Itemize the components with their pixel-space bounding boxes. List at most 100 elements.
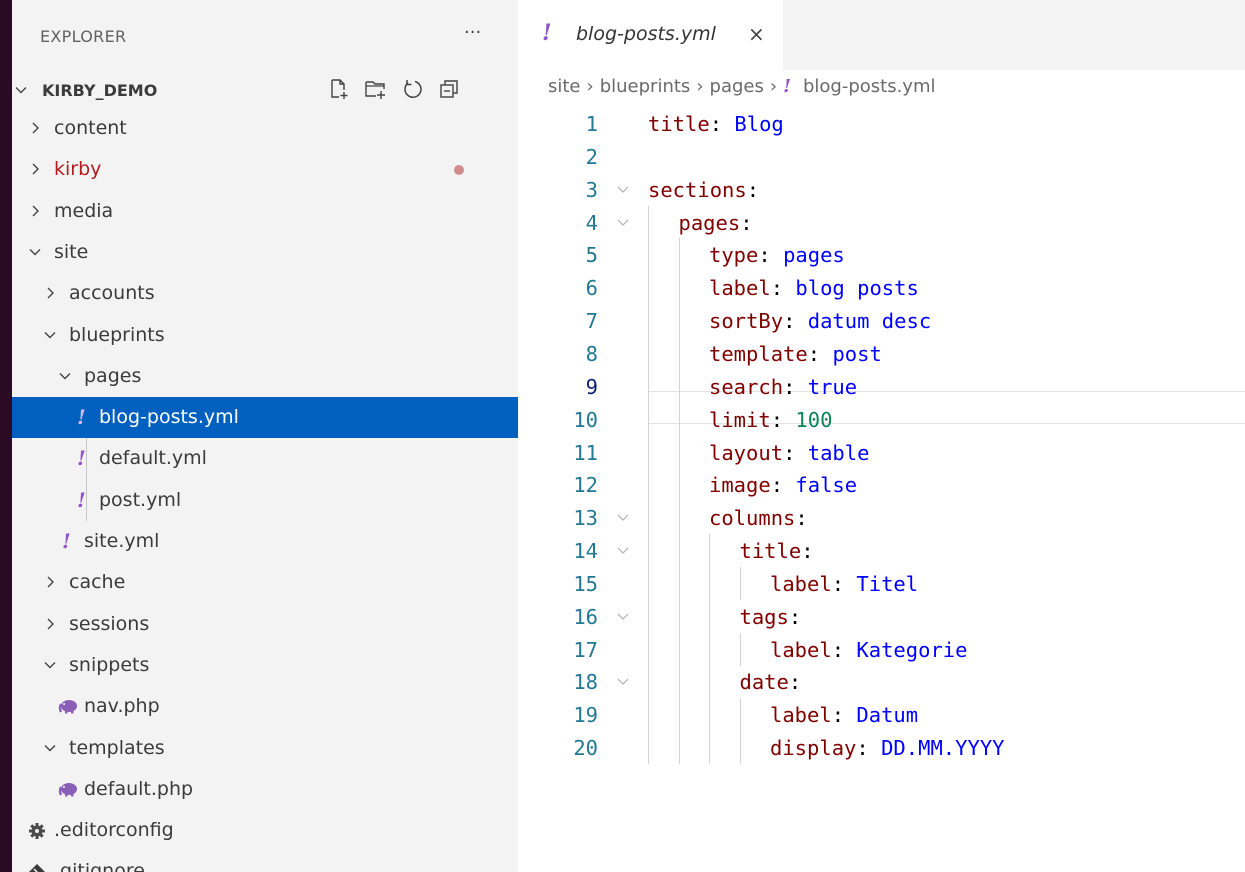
code-line[interactable]: 18 date: — [518, 665, 1245, 699]
yaml-file-icon: ! — [62, 529, 71, 553]
yaml-key: search — [709, 374, 784, 399]
code-line[interactable]: 8 template: post — [518, 336, 1245, 371]
tree-item-label: sessions — [69, 612, 150, 635]
tab-blog-posts-yml[interactable]: ! blog-posts.yml × — [518, 0, 783, 70]
tree-file-gitignore[interactable]: .gitignore — [12, 851, 518, 872]
code-line[interactable]: 15 label: Titel — [518, 566, 1245, 601]
more-actions-button[interactable]: ··· — [464, 22, 481, 43]
code-line[interactable]: 2 — [518, 140, 1245, 174]
refresh-icon[interactable] — [402, 78, 424, 100]
yaml-key: label — [770, 571, 832, 596]
code-text: display: DD.MM.YYYY — [770, 731, 1005, 765]
indent-guide — [648, 402, 649, 436]
code-line[interactable]: 6 label: blog posts — [518, 271, 1245, 305]
code-line[interactable]: 20 display: DD.MM.YYYY — [518, 731, 1245, 765]
explorer-title: EXPLORER — [40, 27, 127, 46]
code-text: columns: — [709, 501, 808, 535]
tree-folder-accounts[interactable]: accounts — [12, 273, 518, 314]
yaml-separator: : — [783, 309, 808, 334]
line-number: 14 — [573, 539, 598, 564]
tree-item-label: nav.php — [84, 695, 160, 718]
code-text: sortBy: datum desc — [709, 304, 931, 338]
fold-chevron-icon[interactable] — [616, 534, 630, 568]
breadcrumb: site › blueprints › pages ›! blog-posts.yml — [548, 76, 942, 97]
breadcrumb-blueprints[interactable]: blueprints — [600, 76, 691, 97]
yaml-key: tags — [739, 604, 789, 629]
yaml-key: type — [709, 243, 759, 268]
tree-folder-blueprints[interactable]: blueprints — [12, 315, 518, 356]
indent-guide — [648, 435, 649, 469]
fold-chevron-icon[interactable] — [616, 665, 630, 699]
fold-chevron-icon[interactable] — [616, 501, 630, 535]
breadcrumb-file[interactable]: blog-posts.yml — [803, 76, 936, 97]
indent-guide — [739, 566, 741, 600]
code-line[interactable]: 9 search: true — [518, 369, 1245, 404]
tree-file-default-yml[interactable]: ! default.yml — [12, 438, 518, 479]
code-line[interactable]: 17 label: Kategorie — [518, 632, 1245, 667]
code-line[interactable]: 3 sections: — [518, 173, 1245, 207]
new-file-icon[interactable] — [328, 78, 350, 100]
code-line[interactable]: 1 title: Blog — [518, 107, 1245, 141]
tree-file-site-yml[interactable]: ! site.yml — [12, 521, 518, 562]
breadcrumb-site[interactable]: site — [548, 76, 581, 97]
tree-file-nav-php[interactable]: nav.php — [12, 686, 518, 727]
tree-folder-kirby[interactable]: kirby — [12, 149, 518, 190]
tree-file-blog-posts-yml[interactable]: ! blog-posts.yml — [12, 397, 518, 439]
chevron-down-icon — [58, 356, 74, 397]
tree-folder-site[interactable]: site — [12, 232, 518, 273]
tree-folder-templates[interactable]: templates — [12, 728, 518, 769]
tree-folder-pages[interactable]: pages — [12, 356, 518, 397]
indent-guide — [648, 238, 649, 272]
yaml-value: Datum — [856, 703, 919, 728]
tree-file-post-yml[interactable]: ! post.yml — [12, 480, 518, 521]
yaml-separator: : — [746, 177, 760, 202]
indent-guide — [648, 336, 649, 370]
yaml-separator: : — [801, 539, 814, 564]
code-text: layout: table — [709, 436, 869, 470]
close-icon[interactable]: × — [748, 22, 765, 46]
indent-guide — [648, 632, 649, 666]
code-line[interactable]: 11 layout: table — [518, 435, 1245, 470]
yaml-separator: : — [788, 670, 802, 695]
yaml-value: false — [795, 473, 858, 498]
yaml-key: pages — [678, 210, 741, 235]
line-number: 1 — [585, 112, 598, 136]
code-line[interactable]: 19 label: Datum — [518, 698, 1245, 732]
tree-folder-cache[interactable]: cache — [12, 562, 518, 603]
indent-guide — [709, 599, 710, 633]
fold-chevron-icon[interactable] — [616, 600, 630, 634]
code-text: search: true — [709, 370, 857, 404]
chevron-down-icon — [14, 70, 30, 111]
tree-item-label: accounts — [69, 282, 155, 305]
tree-folder-snippets[interactable]: snippets — [12, 645, 518, 686]
tree-file-default-php[interactable]: default.php — [12, 769, 518, 810]
tree-item-label: snippets — [69, 653, 150, 676]
code-line[interactable]: 7 sortBy: datum desc — [518, 304, 1245, 338]
code-line[interactable]: 14 title: — [518, 534, 1245, 568]
line-number: 9 — [585, 374, 598, 399]
code-line[interactable]: 5 type: pages — [518, 238, 1245, 272]
tree-folder-media[interactable]: media — [12, 191, 518, 232]
tree-item-label: default.yml — [99, 447, 207, 470]
fold-chevron-icon[interactable] — [616, 206, 630, 240]
code-text: image: false — [709, 468, 857, 502]
gear-icon — [28, 822, 46, 840]
code-line[interactable]: 12 image: false — [518, 468, 1245, 502]
breadcrumb-pages[interactable]: pages — [710, 76, 764, 97]
indent-guide — [648, 599, 649, 633]
code-line[interactable]: 10 limit: 100 — [518, 402, 1245, 437]
chevron-down-icon — [43, 315, 59, 356]
line-number: 2 — [585, 144, 598, 169]
line-number: 19 — [573, 703, 598, 728]
collapse-all-icon[interactable] — [438, 78, 460, 100]
tree-folder-sessions[interactable]: sessions — [12, 604, 518, 645]
code-line[interactable]: 4 pages: — [518, 205, 1245, 240]
code-text: label: blog posts — [709, 271, 919, 305]
code-line[interactable]: 13 columns: — [518, 501, 1245, 535]
tree-folder-content[interactable]: content — [12, 108, 518, 149]
indent-guide — [648, 534, 649, 568]
code-line[interactable]: 16 tags: — [518, 599, 1245, 634]
fold-chevron-icon[interactable] — [616, 173, 630, 207]
new-folder-icon[interactable] — [364, 78, 388, 100]
tree-file-editorconfig[interactable]: .editorconfig — [12, 810, 518, 851]
